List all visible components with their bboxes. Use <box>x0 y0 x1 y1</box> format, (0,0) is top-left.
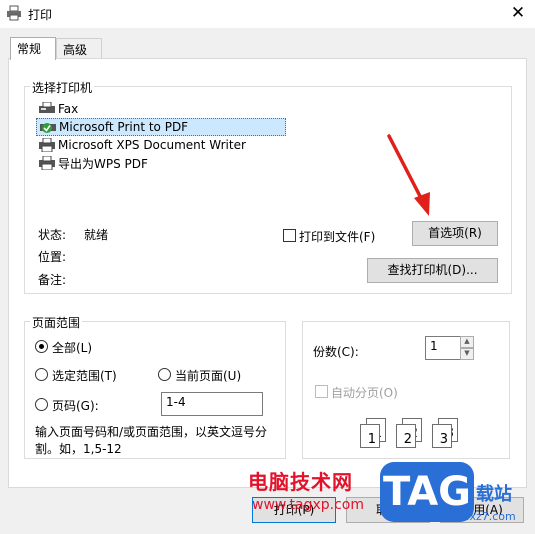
selection-label[interactable]: 选定范围(T) <box>52 367 117 384</box>
printer-name: Microsoft Print to PDF <box>59 120 189 134</box>
tab-general-label: 常规 <box>17 42 42 56</box>
all-pages-radio[interactable] <box>35 340 48 353</box>
printer-name: Fax <box>58 102 79 116</box>
printer-item-fax[interactable]: Fax <box>36 100 286 118</box>
tab-advanced[interactable]: 高级 <box>56 38 102 59</box>
printer-icon <box>39 138 55 152</box>
tab-general[interactable]: 常规 <box>10 37 56 60</box>
copies-spin-up-icon[interactable]: ▲ <box>460 336 474 348</box>
page-range-hint: 输入页面号码和/或页面范围，以英文逗号分割。如，1,5-12 <box>35 425 268 456</box>
watermark-site-url-2: www.xz7.com <box>440 510 516 523</box>
watermark-site-url: www.tagxp.com <box>252 497 364 513</box>
collate-page: 1 <box>360 424 380 448</box>
status-value: 就绪 <box>84 228 109 242</box>
tab-advanced-label: 高级 <box>63 43 88 57</box>
close-button[interactable]: ✕ <box>505 2 531 24</box>
collate-page: 2 <box>396 424 416 448</box>
preferences-button[interactable]: 首选项(R) <box>412 221 498 246</box>
pages-radio[interactable] <box>35 398 48 411</box>
pages-label[interactable]: 页码(G): <box>52 397 99 414</box>
printer-icon <box>39 156 55 170</box>
printer-group-label: 选择打印机 <box>30 79 95 96</box>
collate-page: 3 <box>432 424 452 448</box>
printer-name: Microsoft XPS Document Writer <box>58 138 246 152</box>
copies-spin-down-icon[interactable]: ▼ <box>460 348 474 360</box>
copies-input[interactable]: 1 <box>425 336 461 360</box>
annotation-arrow-icon <box>387 134 430 216</box>
comment-label: 备注: <box>38 273 67 287</box>
printer-item-xps-writer[interactable]: Microsoft XPS Document Writer <box>36 136 286 154</box>
watermark-site-name: 电脑技术网 <box>248 470 353 494</box>
title-bar <box>0 0 535 28</box>
printer-name: 导出为WPS PDF <box>58 156 148 171</box>
status-label: 状态: <box>38 228 67 242</box>
watermark-badge-suffix: 载站 <box>476 484 512 505</box>
window-title: 打印 <box>28 8 53 22</box>
location-label: 位置: <box>38 250 67 264</box>
print-to-file-checkbox[interactable] <box>283 229 296 242</box>
collate-label: 自动分页(O) <box>331 386 398 400</box>
default-printer-check-icon <box>40 123 56 133</box>
current-page-label[interactable]: 当前页面(U) <box>175 367 241 384</box>
printer-list[interactable]: Fax Microsoft Print to PDF Microsoft XPS… <box>36 100 286 172</box>
pages-input[interactable]: 1-4 <box>161 392 263 416</box>
current-page-radio[interactable] <box>158 368 171 381</box>
printer-item-wps-pdf[interactable]: 导出为WPS PDF <box>36 154 286 172</box>
print-to-file-label[interactable]: 打印到文件(F) <box>299 228 375 245</box>
fax-icon <box>39 102 55 113</box>
selection-radio[interactable] <box>35 368 48 381</box>
copies-label: 份数(C): <box>313 345 359 359</box>
page-range-group-label: 页面范围 <box>30 314 83 331</box>
printer-item-microsoft-print-to-pdf[interactable]: Microsoft Print to PDF <box>36 118 286 136</box>
collate-illustration: 1 1 2 2 3 3 <box>356 418 466 450</box>
find-printer-button[interactable]: 查找打印机(D)... <box>367 258 498 283</box>
printer-icon <box>7 5 21 21</box>
collate-checkbox[interactable] <box>315 385 328 398</box>
all-pages-label[interactable]: 全部(L) <box>52 339 92 356</box>
